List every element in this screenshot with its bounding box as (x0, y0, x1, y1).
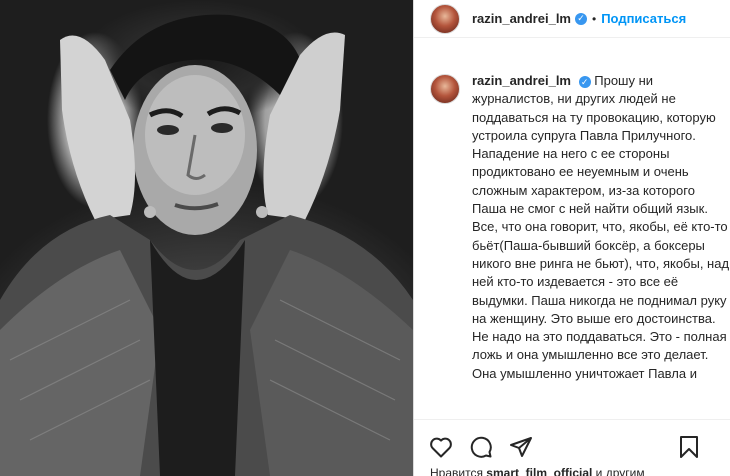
header-username[interactable]: razin_andrei_lm (472, 11, 571, 26)
heart-icon[interactable] (428, 434, 454, 460)
actions-divider (414, 419, 730, 420)
caption-verified-badge-icon: ✓ (578, 76, 591, 89)
post-header: razin_andrei_lm ✓ • Подписаться (414, 0, 730, 38)
verified-badge-icon: ✓ (575, 12, 587, 25)
liked-suffix[interactable]: и другим (592, 466, 645, 476)
share-icon[interactable] (508, 434, 534, 460)
avatar[interactable] (430, 3, 460, 34)
comment-icon[interactable] (468, 434, 494, 460)
post-photo[interactable] (0, 0, 413, 476)
action-bar (414, 430, 730, 464)
liked-prefix: Нравится (430, 466, 487, 476)
caption-text: razin_andrei_lm ✓ Прошу ни журналистов, … (472, 72, 730, 417)
follow-button[interactable]: Подписаться (601, 11, 686, 26)
caption-username[interactable]: razin_andrei_lm (472, 73, 571, 88)
bookmark-icon[interactable] (676, 434, 702, 460)
separator-dot: • (592, 11, 597, 26)
liked-user[interactable]: smart_film_official (486, 466, 592, 476)
post-caption: razin_andrei_lm ✓ Прошу ни журналистов, … (414, 72, 730, 417)
photo-illustration (0, 14, 413, 476)
caption-avatar[interactable] (430, 74, 460, 104)
caption-body: Прошу ни журналистов, ни других людей не… (472, 73, 730, 381)
liked-by-text: Нравится smart_film_official и другим (430, 466, 730, 476)
